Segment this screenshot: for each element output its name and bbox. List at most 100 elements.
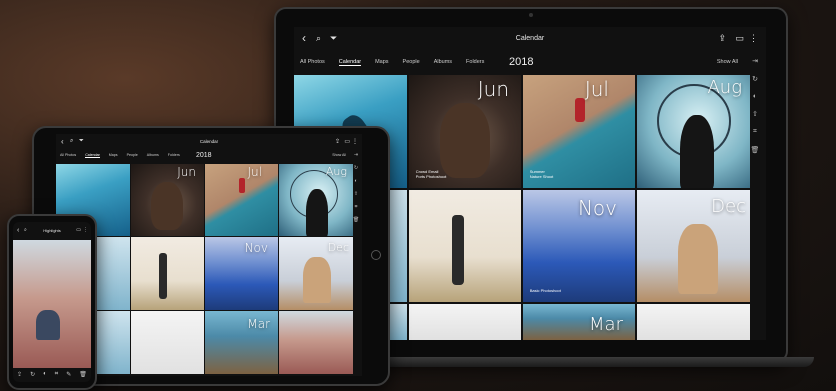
photo-tile-dec[interactable]: Dec (279, 237, 353, 310)
tablet-tabs: All Photos Calendar Maps People Albums F… (56, 150, 362, 160)
photo-tile-nov[interactable]: Nov Basic Photoshoot (523, 190, 635, 302)
kids-silhouette (677, 223, 718, 294)
tab-folders[interactable]: Folders (466, 59, 484, 65)
laptop-tabs: All Photos Calendar Maps People Albums F… (294, 55, 766, 69)
crop-icon[interactable]: ⌗ (55, 371, 58, 378)
photo-tile-nov[interactable]: Nov (205, 237, 278, 310)
jun-caption-line2: Ports Photoshoot (415, 173, 447, 179)
trash-icon[interactable]: 🗑 (751, 146, 760, 154)
more-icon[interactable]: ⋮ (749, 33, 758, 44)
photo-tile-row3-b[interactable] (409, 304, 521, 340)
tab-calendar[interactable]: Calendar (85, 153, 100, 158)
collapse-icon[interactable]: ⇥ (752, 57, 758, 65)
tablet-show-all[interactable]: Show All (332, 153, 346, 157)
laptop-title: Calendar (515, 34, 545, 42)
rotate-icon[interactable]: ↻ (354, 165, 358, 171)
share-icon[interactable]: ⇪ (335, 138, 340, 145)
crop-icon[interactable]: ⌗ (753, 128, 757, 136)
share-icon[interactable]: ⇪ (17, 371, 22, 378)
photo-tile-row3-d[interactable] (637, 304, 750, 340)
nov-caption-line1: Basic Photoshoot (529, 287, 561, 293)
tablet-title: Calendar (199, 138, 219, 144)
adjust-icon[interactable]: ◐ (753, 93, 757, 100)
edit-icon[interactable]: ✎ (66, 371, 71, 378)
tablet-toolbar: ‹ ⌕ ⏷ Calendar ⇪ ▭ ⋮ (56, 134, 362, 148)
more-icon[interactable]: ⋮ (83, 227, 88, 233)
laptop-show-all[interactable]: Show All (717, 59, 738, 65)
tablet-home-button[interactable] (371, 250, 381, 260)
tab-calendar[interactable]: Calendar (338, 59, 362, 66)
tablet-year: 2018 (196, 151, 212, 159)
trash-icon[interactable]: 🗑 (353, 217, 359, 223)
photo-tile-dancer[interactable] (131, 237, 204, 310)
more-icon[interactable]: ⋮ (352, 138, 358, 145)
laptop-toolbar: ‹ ⌕ ⏷ Calendar ⇪ ▭ ⋮ (294, 27, 766, 49)
month-label-aug: Aug (325, 165, 347, 178)
trash-icon[interactable]: 🗑 (79, 371, 87, 378)
jul-caption-line2: Nature Shoot (529, 173, 554, 179)
photo-tile-jul[interactable]: Jul Summer Nature Shoot (523, 75, 635, 188)
tab-maps[interactable]: Maps (375, 59, 388, 65)
hawk-silhouette (151, 182, 184, 230)
month-label-jul: Jul (584, 77, 609, 101)
month-label-nov: Nov (577, 196, 617, 220)
month-label-mar: Mar (247, 317, 270, 331)
phone-photo-rock[interactable] (13, 240, 91, 368)
info-icon[interactable]: ▭ (344, 138, 350, 145)
photo-tile-rock[interactable] (279, 311, 353, 374)
month-label-mar: Mar (589, 314, 623, 335)
photo-tile-aug[interactable]: Aug (637, 75, 750, 188)
share-icon[interactable]: ⇪ (718, 33, 726, 44)
adjust-icon[interactable]: ◐ (354, 178, 357, 184)
photo-tile-dancer[interactable] (409, 190, 521, 302)
jun-caption: Crowd Email Ports Photoshoot (416, 169, 447, 179)
month-label-aug: Aug (707, 77, 742, 98)
tab-all-photos[interactable]: All Photos (300, 59, 325, 65)
adjust-icon[interactable]: ◐ (43, 371, 47, 377)
tab-people[interactable]: People (403, 59, 420, 65)
tab-albums[interactable]: Albums (147, 153, 159, 157)
kids-silhouette (302, 257, 331, 304)
jul-caption: Summer Nature Shoot (530, 169, 554, 179)
rotate-icon[interactable]: ↻ (752, 75, 758, 83)
person-red (574, 97, 585, 122)
phone-screen: ‹ ⌕ Highlights ▭ ⋮ ⇪ ↻ ◐ ⌗ ✎ 🗑 (13, 222, 91, 382)
photo-tile-mar[interactable]: Mar (523, 304, 635, 340)
photo-tile-jun[interactable]: Jun Crowd Email Ports Photoshoot (409, 75, 521, 188)
info-icon[interactable]: ▭ (76, 227, 81, 233)
photo-tile-aug[interactable]: Aug (279, 164, 353, 236)
tab-maps[interactable]: Maps (109, 153, 118, 157)
tablet-side-rail: ⇥ ↻ ◐ ⇧ ⌗ 🗑 (352, 152, 360, 223)
hawk-silhouette (440, 103, 491, 179)
tablet-screen: ‹ ⌕ ⏷ Calendar ⇪ ▭ ⋮ All Photos Calendar… (56, 134, 362, 376)
photo-tile-jul[interactable]: Jul (205, 164, 278, 236)
tab-all-photos[interactable]: All Photos (60, 153, 76, 157)
laptop-year: 2018 (509, 56, 534, 68)
month-label-jun: Jun (177, 165, 196, 179)
couple-silhouette (36, 310, 61, 341)
phone-bottom-toolbar: ⇪ ↻ ◐ ⌗ ✎ 🗑 (13, 368, 91, 380)
tablet-photo-grid: Jun Jul Aug Nov Dec Mar (56, 164, 353, 376)
month-label-jul: Jul (247, 165, 262, 179)
month-label-nov: Nov (244, 241, 268, 255)
tab-folders[interactable]: Folders (168, 153, 180, 157)
upload-icon[interactable]: ⇧ (354, 191, 358, 197)
phone-device: ‹ ⌕ Highlights ▭ ⋮ ⇪ ↻ ◐ ⌗ ✎ 🗑 (7, 214, 97, 390)
rotate-icon[interactable]: ↻ (30, 371, 35, 378)
tab-albums[interactable]: Albums (434, 59, 452, 65)
collapse-icon[interactable]: ⇥ (354, 152, 358, 158)
crop-icon[interactable]: ⌗ (355, 204, 358, 210)
photo-tile-mar[interactable]: Mar (205, 311, 278, 374)
phone-toolbar: ‹ ⌕ Highlights ▭ ⋮ (13, 222, 91, 238)
laptop-side-rail: ⇥ ↻ ◐ ⇧ ⌗ 🗑 (748, 57, 762, 154)
photo-tile-hands[interactable] (131, 311, 204, 374)
photo-tile-dec[interactable]: Dec (637, 190, 750, 302)
upload-icon[interactable]: ⇧ (752, 110, 758, 118)
woman-silhouette (679, 114, 714, 188)
photo-tile-jun[interactable]: Jun (131, 164, 204, 236)
tab-people[interactable]: People (127, 153, 138, 157)
month-label-jun: Jun (477, 77, 509, 101)
info-icon[interactable]: ▭ (735, 33, 744, 44)
person-red (238, 178, 245, 194)
woman-silhouette (305, 189, 328, 236)
